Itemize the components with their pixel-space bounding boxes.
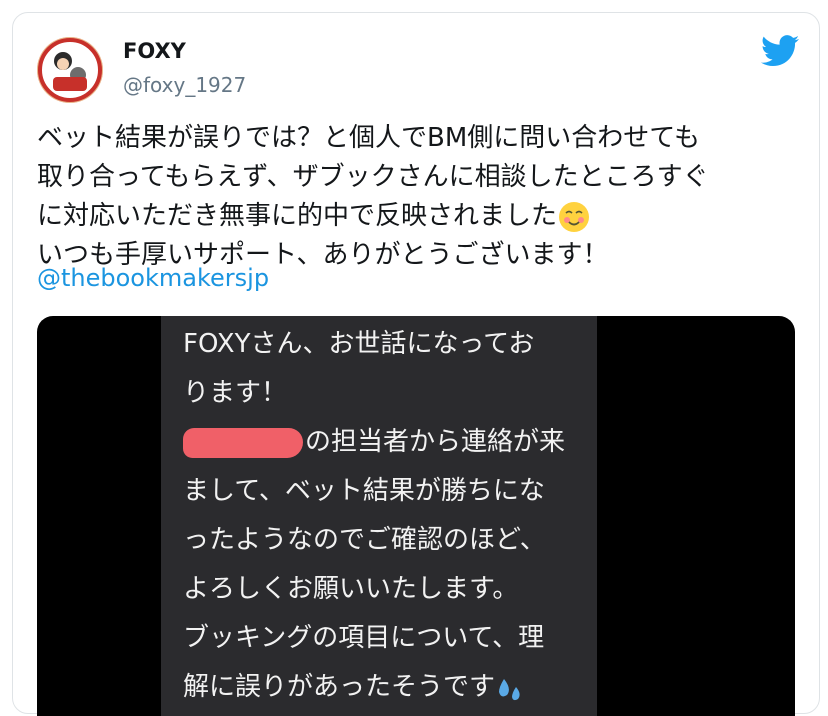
author-handle[interactable]: @foxy_1927 xyxy=(123,73,246,97)
tweet-text-line: に対応いただき無事に的中で反映されました xyxy=(37,201,558,231)
twitter-bird-icon[interactable] xyxy=(761,35,799,67)
tweet-card: FOXY @foxy_1927 ベット結果が誤りでは？と個人でBM側に問い合わせ… xyxy=(12,12,820,716)
mention-link[interactable]: @thebookmakersjp xyxy=(37,264,269,292)
tweet-text-line: 取り合ってもらえず、ザブックさんに相談したところすぐ xyxy=(37,162,709,192)
message-text: FOXYさん、お世話になってお ります！ の担当者から連絡が来 まして、ベット結… xyxy=(183,320,593,712)
message-line: FOXYさん、お世話になってお xyxy=(183,329,535,359)
message-line: 解に誤りがあったそうです xyxy=(183,672,496,702)
message-line-with-emoji: 解に誤りがあったそうです xyxy=(183,663,593,712)
message-line-with-redaction: の担当者から連絡が来 xyxy=(183,418,593,467)
message-line: ったようなのでご確認のほど、 xyxy=(183,525,546,555)
message-line: ブッキングの項目について、理 xyxy=(183,623,545,653)
smiling-face-emoji xyxy=(559,201,590,232)
tweet-text: ベット結果が誤りでは？と個人でBM側に問い合わせても 取り合ってもらえず、ザブッ… xyxy=(37,119,807,275)
media-image[interactable]: FOXYさん、お世話になってお ります！ の担当者から連絡が来 まして、ベット結… xyxy=(37,316,795,716)
message-line: よろしくお願いいたします。 xyxy=(183,574,519,604)
message-screenshot: FOXYさん、お世話になってお ります！ の担当者から連絡が来 まして、ベット結… xyxy=(161,316,597,716)
tweet-text-line: ベット結果が誤りでは？と個人でBM側に問い合わせても xyxy=(37,123,700,153)
author-name[interactable]: FOXY xyxy=(123,39,186,63)
sweat-droplets-emoji xyxy=(495,673,525,703)
message-line: の担当者から連絡が来 xyxy=(305,427,566,457)
tweet-text-line-with-emoji: に対応いただき無事に的中で反映されました xyxy=(37,197,807,236)
redaction-mark xyxy=(183,427,303,458)
avatar[interactable] xyxy=(37,37,103,103)
message-line: ります！ xyxy=(183,378,288,408)
message-line: まして、ベット結果が勝ちにな xyxy=(183,476,545,506)
